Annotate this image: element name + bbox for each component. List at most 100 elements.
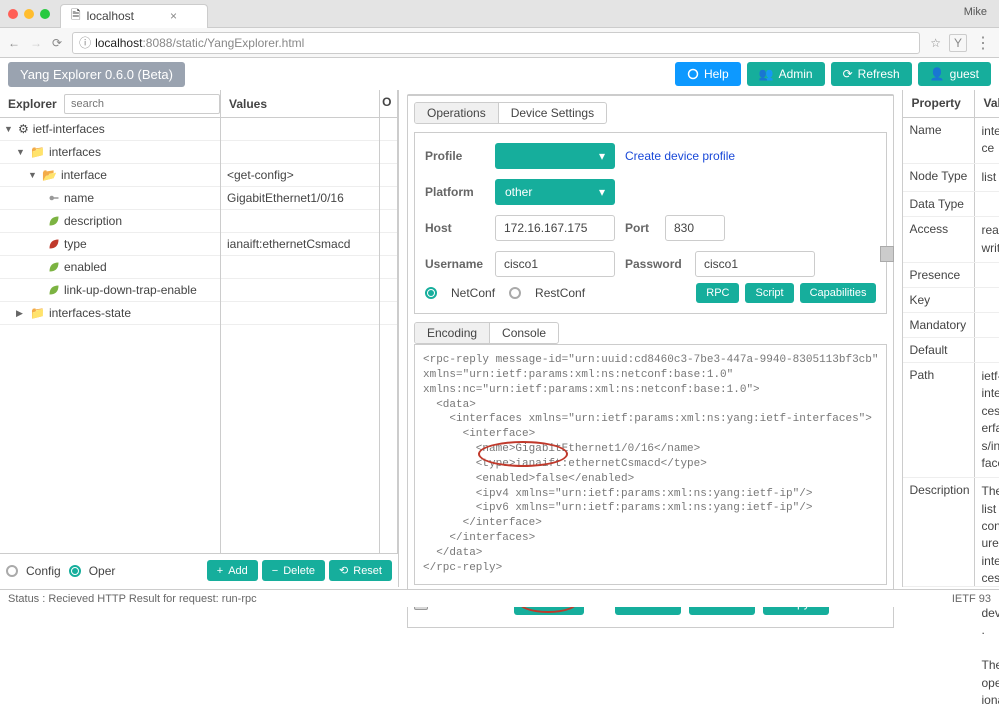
status-bar: Status : Recieved HTTP Result for reques… xyxy=(0,589,999,607)
reset-button[interactable]: ⟲Reset xyxy=(329,560,392,581)
tab-encoding[interactable]: Encoding xyxy=(415,323,490,343)
rpc-output[interactable]: <rpc-reply message-id="urn:uuid:cd8460c3… xyxy=(414,344,887,585)
tree-row[interactable]: description xyxy=(0,210,220,233)
refresh-button[interactable]: ⟳ Refresh xyxy=(831,62,912,86)
folder-icon: 📁 xyxy=(30,145,45,159)
device-form: Profile ▾ Create device profile Platform… xyxy=(414,132,887,314)
minus-icon: − xyxy=(272,565,278,577)
property-header: Property xyxy=(903,90,975,117)
port-input[interactable]: 830 xyxy=(665,215,725,241)
scroll-handle[interactable] xyxy=(880,246,894,262)
values-header: Values xyxy=(221,90,379,118)
reload-icon[interactable]: ⟳ xyxy=(52,36,62,50)
minimize-icon[interactable] xyxy=(24,9,34,19)
explorer-panel: Explorer ▼⚙ietf-interfaces ▼📁interfaces … xyxy=(0,90,221,553)
value-cell[interactable] xyxy=(221,279,379,302)
plus-icon: + xyxy=(217,565,223,577)
tree-row[interactable]: enabled xyxy=(0,256,220,279)
page-icon: 🗎 xyxy=(71,6,81,27)
guest-button[interactable]: 👤 guest xyxy=(918,62,991,86)
netconf-radio[interactable] xyxy=(425,287,437,299)
close-icon[interactable] xyxy=(8,9,18,19)
operation-column: O xyxy=(380,90,398,553)
value-cell[interactable] xyxy=(221,302,379,325)
tab-operations[interactable]: Operations xyxy=(415,103,499,123)
tree-row[interactable]: name xyxy=(0,187,220,210)
profile-select[interactable]: ▾ xyxy=(495,143,615,169)
info-icon[interactable]: ⓘ xyxy=(79,34,91,51)
value-cell[interactable] xyxy=(221,256,379,279)
leaf-icon xyxy=(48,238,60,250)
extension-icon[interactable]: Y xyxy=(949,34,967,52)
status-right: IETF 93 xyxy=(952,593,991,605)
url-host: localhost xyxy=(95,36,142,50)
rpc-button[interactable]: RPC xyxy=(696,283,739,303)
host-input[interactable]: 172.16.167.175 xyxy=(495,215,615,241)
admin-button[interactable]: 👥 Admin xyxy=(747,62,825,86)
key-icon xyxy=(48,192,60,204)
tree-row[interactable]: ▼⚙ietf-interfaces xyxy=(0,118,220,141)
back-icon[interactable]: ← xyxy=(8,36,20,50)
port-label: Port xyxy=(625,221,655,235)
value-cell[interactable]: <get-config> xyxy=(221,164,379,187)
add-button[interactable]: +Add xyxy=(207,560,258,581)
restconf-radio[interactable] xyxy=(509,287,521,299)
leaf-icon xyxy=(48,284,60,296)
tab-console[interactable]: Console xyxy=(490,323,558,343)
username-input[interactable]: cisco1 xyxy=(495,251,615,277)
folder-open-icon: 📂 xyxy=(42,168,57,182)
url-field[interactable]: ⓘ localhost:8088/static/YangExplorer.htm… xyxy=(72,32,920,54)
tab-title: localhost xyxy=(87,9,134,23)
create-profile-link[interactable]: Create device profile xyxy=(625,149,735,163)
password-label: Password xyxy=(625,257,685,271)
bookmark-icon[interactable]: ☆ xyxy=(930,36,941,50)
browser-tab[interactable]: 🗎 localhost × xyxy=(60,4,208,28)
tree-row[interactable]: ▼📂interface xyxy=(0,164,220,187)
username-label: Username xyxy=(425,257,485,271)
app-bar: Yang Explorer 0.6.0 (Beta) Help 👥 Admin … xyxy=(0,58,999,90)
value-cell[interactable] xyxy=(221,141,379,164)
value-cell[interactable] xyxy=(221,210,379,233)
tree-row[interactable]: ▼📁interfaces xyxy=(0,141,220,164)
oper-radio[interactable] xyxy=(69,565,81,577)
user-icon: 👤 xyxy=(930,67,945,81)
center-panel: Build Collections Manage Models Operatio… xyxy=(399,90,903,587)
values-column: Values <get-config> GigabitEthernet1/0/1… xyxy=(221,90,380,553)
explorer-label: Explorer xyxy=(0,97,64,111)
delete-button[interactable]: −Delete xyxy=(262,560,325,581)
search-input[interactable] xyxy=(64,94,220,114)
url-path: :8088/static/YangExplorer.html xyxy=(142,36,304,50)
users-icon: 👥 xyxy=(759,67,774,81)
tree-row[interactable]: link-up-down-trap-enable xyxy=(0,279,220,302)
script-button[interactable]: Script xyxy=(745,283,793,303)
tab-device-settings[interactable]: Device Settings xyxy=(499,103,606,123)
host-label: Host xyxy=(425,221,485,235)
config-radio[interactable] xyxy=(6,565,18,577)
leaf-icon xyxy=(48,261,60,273)
value-cell[interactable] xyxy=(221,118,379,141)
platform-select[interactable]: other▾ xyxy=(495,179,615,205)
forward-icon[interactable]: → xyxy=(30,36,42,50)
window-controls[interactable] xyxy=(8,9,50,19)
tree-row[interactable]: ▶📁interfaces-state xyxy=(0,302,220,325)
menu-icon[interactable]: ⋮ xyxy=(975,33,991,53)
oper-label: Oper xyxy=(89,564,116,578)
yang-tree: ▼⚙ietf-interfaces ▼📁interfaces ▼📂interfa… xyxy=(0,118,220,553)
close-tab-icon[interactable]: × xyxy=(170,9,177,23)
refresh-icon: ⟳ xyxy=(843,67,853,81)
capabilities-button[interactable]: Capabilities xyxy=(800,283,877,303)
maximize-icon[interactable] xyxy=(40,9,50,19)
restconf-label: RestConf xyxy=(535,286,585,300)
value-cell[interactable]: ianaift:ethernetCsmacd xyxy=(221,233,379,256)
chrome-user[interactable]: Mike xyxy=(964,6,987,18)
annotation-oval xyxy=(478,441,568,467)
status-text: Status : Recieved HTTP Result for reques… xyxy=(8,593,257,605)
help-button[interactable]: Help xyxy=(675,62,741,86)
sub-tabs: Operations Device Settings xyxy=(414,102,607,124)
tree-row[interactable]: type xyxy=(0,233,220,256)
value-cell[interactable]: GigabitEthernet1/0/16 xyxy=(221,187,379,210)
chevron-down-icon: ▾ xyxy=(599,149,605,163)
browser-tab-bar: 🗎 localhost × Mike xyxy=(0,0,999,28)
password-input[interactable]: cisco1 xyxy=(695,251,815,277)
netconf-label: NetConf xyxy=(451,286,495,300)
